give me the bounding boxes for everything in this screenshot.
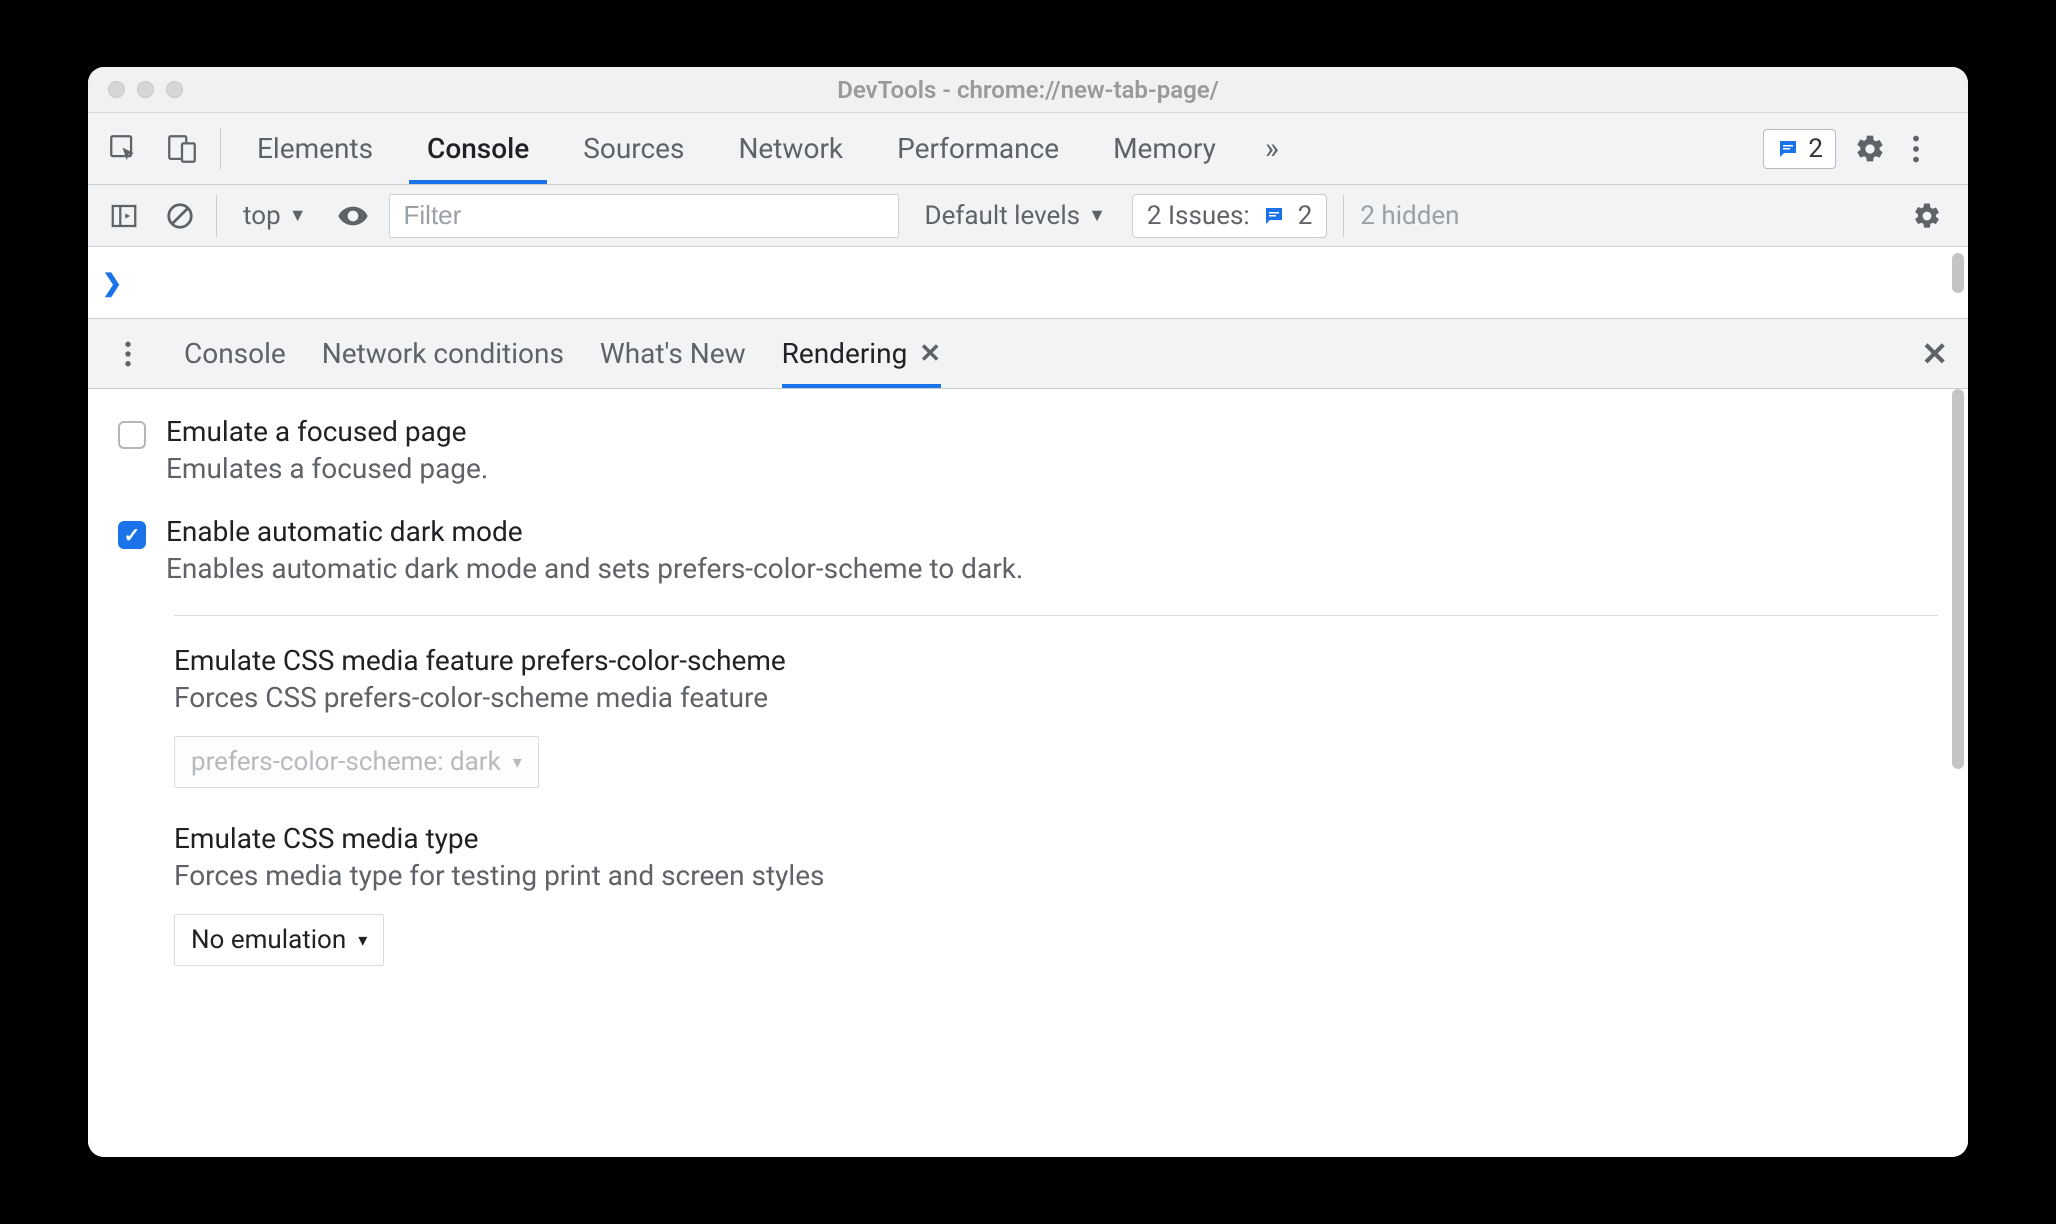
select-value: prefers-color-scheme: dark xyxy=(191,747,501,777)
select-css-media-type[interactable]: No emulation ▾ xyxy=(174,914,384,966)
caret-down-icon: ▼ xyxy=(1088,205,1106,226)
issues-label: 2 Issues: xyxy=(1147,201,1250,231)
console-settings-gear-icon[interactable] xyxy=(1912,201,1952,231)
caret-down-icon: ▾ xyxy=(358,930,367,951)
option-title: Emulate a focused page xyxy=(166,415,488,448)
titlebar: DevTools - chrome://new-tab-page/ xyxy=(88,67,1968,113)
section-title: Emulate CSS media type xyxy=(174,822,1938,855)
close-tab-icon[interactable]: ✕ xyxy=(919,339,941,369)
main-toolbar: Elements Console Sources Network Perform… xyxy=(88,113,1968,185)
section-desc: Forces media type for testing print and … xyxy=(174,859,1938,892)
scrollbar-thumb[interactable] xyxy=(1952,253,1964,293)
devtools-window: DevTools - chrome://new-tab-page/ Elemen… xyxy=(88,67,1968,1157)
messages-count: 2 xyxy=(1808,134,1823,164)
drawer-tabbar: Console Network conditions What's New Re… xyxy=(88,319,1968,389)
inspect-element-icon[interactable] xyxy=(104,129,144,169)
message-icon xyxy=(1776,137,1800,161)
caret-down-icon: ▼ xyxy=(289,205,307,226)
console-toolbar: top ▼ Default levels ▼ 2 Issues: 2 2 hid… xyxy=(88,185,1968,247)
kebab-menu-icon[interactable] xyxy=(1912,135,1952,163)
scrollbar-thumb[interactable] xyxy=(1952,389,1964,769)
option-emulate-focused-page: Emulate a focused page Emulates a focuse… xyxy=(118,415,1938,485)
drawer-tab-label: Rendering xyxy=(782,337,908,370)
tab-elements[interactable]: Elements xyxy=(239,113,391,184)
console-prompt-area[interactable]: ❯ xyxy=(88,247,1968,319)
log-levels-selector[interactable]: Default levels ▼ xyxy=(915,201,1116,231)
clear-console-icon[interactable] xyxy=(160,196,200,236)
select-prefers-color-scheme[interactable]: prefers-color-scheme: dark ▾ xyxy=(174,736,539,788)
option-enable-dark-mode: Enable automatic dark mode Enables autom… xyxy=(118,515,1938,585)
device-toolbar-icon[interactable] xyxy=(162,129,202,169)
message-icon xyxy=(1262,204,1286,228)
close-drawer-icon[interactable]: ✕ xyxy=(1921,335,1948,373)
checkbox-dark-mode[interactable] xyxy=(118,521,146,549)
separator xyxy=(220,128,221,170)
drawer-tab-label: Network conditions xyxy=(322,337,564,370)
drawer-tab-network-conditions[interactable]: Network conditions xyxy=(322,319,564,388)
section-desc: Forces CSS prefers-color-scheme media fe… xyxy=(174,681,1938,714)
context-label: top xyxy=(243,201,281,231)
more-tabs-icon[interactable]: » xyxy=(1252,129,1292,169)
toggle-console-sidebar-icon[interactable] xyxy=(104,196,144,236)
drawer-tab-rendering[interactable]: Rendering ✕ xyxy=(782,319,941,388)
tab-console[interactable]: Console xyxy=(409,113,547,184)
messages-badge[interactable]: 2 xyxy=(1763,129,1836,169)
divider xyxy=(174,615,1938,616)
eye-icon[interactable] xyxy=(333,196,373,236)
separator xyxy=(216,195,217,237)
hidden-count[interactable]: 2 hidden xyxy=(1360,201,1459,231)
option-desc: Emulates a focused page. xyxy=(166,452,488,485)
tab-sources[interactable]: Sources xyxy=(565,113,702,184)
drawer-tab-label: What's New xyxy=(600,337,746,370)
section-title: Emulate CSS media feature prefers-color-… xyxy=(174,644,1938,677)
drawer-kebab-icon[interactable] xyxy=(108,334,148,374)
caret-down-icon: ▾ xyxy=(513,752,522,773)
rendering-panel: Emulate a focused page Emulates a focuse… xyxy=(88,389,1968,1157)
settings-gear-icon[interactable] xyxy=(1854,133,1894,165)
select-value: No emulation xyxy=(191,925,346,955)
issues-count: 2 xyxy=(1298,201,1313,231)
tab-memory[interactable]: Memory xyxy=(1095,113,1234,184)
drawer-tab-whats-new[interactable]: What's New xyxy=(600,319,746,388)
drawer-tab-console[interactable]: Console xyxy=(184,319,286,388)
tab-network[interactable]: Network xyxy=(720,113,861,184)
chevron-right-icon: ❯ xyxy=(102,269,122,297)
levels-label: Default levels xyxy=(925,201,1081,231)
issues-box[interactable]: 2 Issues: 2 xyxy=(1132,194,1327,238)
tab-performance[interactable]: Performance xyxy=(879,113,1077,184)
window-title: DevTools - chrome://new-tab-page/ xyxy=(88,76,1968,104)
drawer-tab-label: Console xyxy=(184,337,286,370)
section-css-media-type: Emulate CSS media type Forces media type… xyxy=(174,822,1938,966)
checkbox-emulate-focused[interactable] xyxy=(118,421,146,449)
option-desc: Enables automatic dark mode and sets pre… xyxy=(166,552,1023,585)
console-filter-input[interactable] xyxy=(389,194,899,238)
separator xyxy=(1343,195,1344,237)
option-title: Enable automatic dark mode xyxy=(166,515,1023,548)
context-selector[interactable]: top ▼ xyxy=(233,201,317,231)
section-prefers-color-scheme: Emulate CSS media feature prefers-color-… xyxy=(174,644,1938,788)
